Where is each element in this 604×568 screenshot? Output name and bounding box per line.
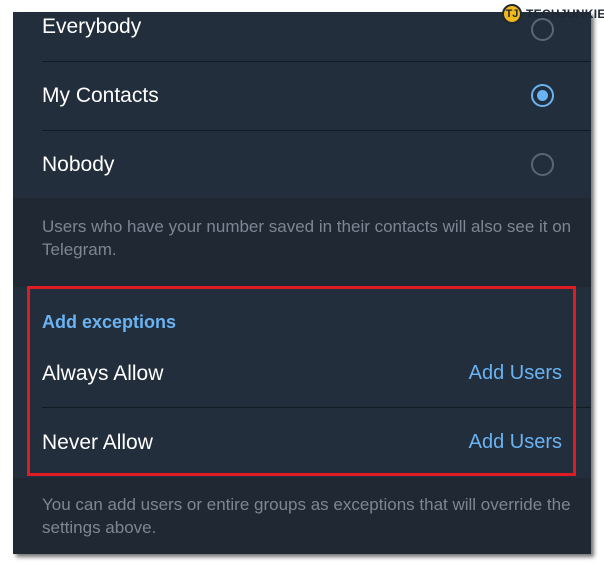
exceptions-note: You can add users or entire groups as ex… <box>42 495 571 537</box>
visibility-note: Users who have your number saved in thei… <box>42 217 572 259</box>
option-nobody[interactable]: Nobody <box>13 130 591 199</box>
visibility-options-card: Everybody My Contacts Nobody <box>13 12 591 198</box>
option-label: Nobody <box>42 153 115 176</box>
techjunkie-logo-icon: TJ <box>502 4 522 24</box>
watermark-text: TECHJUNKIE <box>526 7 604 21</box>
radio-checked-icon[interactable] <box>531 84 554 107</box>
option-label: My Contacts <box>42 84 159 107</box>
option-my-contacts[interactable]: My Contacts <box>13 61 591 130</box>
radio-unchecked-icon[interactable] <box>531 153 554 176</box>
highlight-box <box>27 286 576 476</box>
techjunkie-watermark: TJ TECHJUNKIE <box>502 3 604 25</box>
option-label: Everybody <box>42 15 142 38</box>
